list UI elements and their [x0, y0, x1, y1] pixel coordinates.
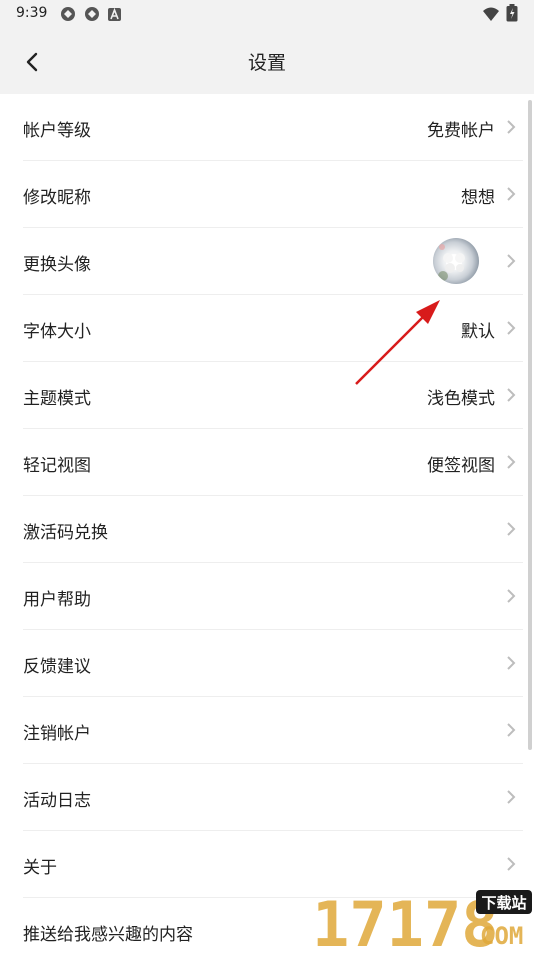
row-label: 帐户等级 [23, 121, 91, 141]
chevron-right-icon [507, 723, 516, 737]
scrollbar[interactable] [528, 100, 532, 750]
chevron-right-icon [507, 589, 516, 603]
watermark-badge: 下载站 [481, 894, 526, 912]
row-label: 用户帮助 [23, 590, 91, 610]
avatar-flower-photo [438, 244, 465, 281]
chevron-right-icon [507, 187, 516, 201]
page-title: 设置 [247, 52, 286, 74]
settings-row-note-view[interactable]: 轻记视图 便签视图 [23, 429, 523, 496]
settings-row-activity-log[interactable]: 活动日志 [23, 764, 523, 831]
battery-icon [506, 4, 518, 22]
site-watermark-logo: 17178 下载站 COM [312, 888, 532, 950]
watermark-domain: COM [480, 922, 523, 950]
row-value: 便签视图 [427, 456, 495, 476]
row-label: 关于 [23, 858, 57, 878]
row-label: 轻记视图 [23, 456, 91, 476]
row-value: 想想 [461, 188, 495, 208]
row-label: 字体大小 [23, 322, 91, 342]
row-value: 默认 [461, 322, 495, 342]
row-label: 注销帐户 [23, 724, 91, 744]
a-notification-icon [108, 8, 121, 21]
chevron-right-icon [507, 321, 516, 335]
wifi-icon [483, 7, 499, 21]
row-label: 推送给我感兴趣的内容 [23, 925, 193, 945]
settings-row-user-help[interactable]: 用户帮助 [23, 563, 523, 630]
status-time: 9:39 [16, 5, 48, 21]
chevron-right-icon [507, 388, 516, 402]
app-bar: 设置 [0, 28, 534, 94]
row-label: 激活码兑换 [23, 523, 108, 543]
settings-row-delete-account[interactable]: 注销帐户 [23, 697, 523, 764]
chevron-right-icon [507, 857, 516, 871]
row-label: 主题模式 [23, 389, 91, 409]
settings-row-feedback[interactable]: 反馈建议 [23, 630, 523, 697]
row-label: 修改昵称 [23, 188, 91, 208]
chevron-right-icon [507, 790, 516, 804]
settings-list: 帐户等级 免费帐户 修改昵称 想想 更换头像 字体大小 默认 主题模式 浅色模式… [0, 94, 534, 965]
settings-row-font-size[interactable]: 字体大小 默认 [23, 295, 523, 362]
chevron-right-icon [507, 254, 516, 268]
settings-row-nickname[interactable]: 修改昵称 想想 [23, 161, 523, 228]
settings-row-account-level[interactable]: 帐户等级 免费帐户 [23, 94, 523, 161]
avatar[interactable] [433, 238, 479, 284]
status-bar: 9:39 [0, 0, 534, 28]
chevron-right-icon [507, 455, 516, 469]
app-notification-icon [85, 7, 99, 21]
row-value: 免费帐户 [427, 121, 495, 141]
settings-row-theme[interactable]: 主题模式 浅色模式 [23, 362, 523, 429]
chevron-right-icon [507, 120, 516, 134]
row-label: 活动日志 [23, 791, 91, 811]
app-notification-icon [61, 7, 75, 21]
row-label: 反馈建议 [23, 657, 91, 677]
settings-row-activation-code[interactable]: 激活码兑换 [23, 496, 523, 563]
settings-row-avatar[interactable]: 更换头像 [23, 228, 523, 295]
chevron-right-icon [507, 522, 516, 536]
watermark-digits: 17178 [312, 888, 499, 950]
chevron-right-icon [507, 656, 516, 670]
row-label: 更换头像 [23, 255, 91, 275]
annotation-arrow [355, 300, 440, 385]
